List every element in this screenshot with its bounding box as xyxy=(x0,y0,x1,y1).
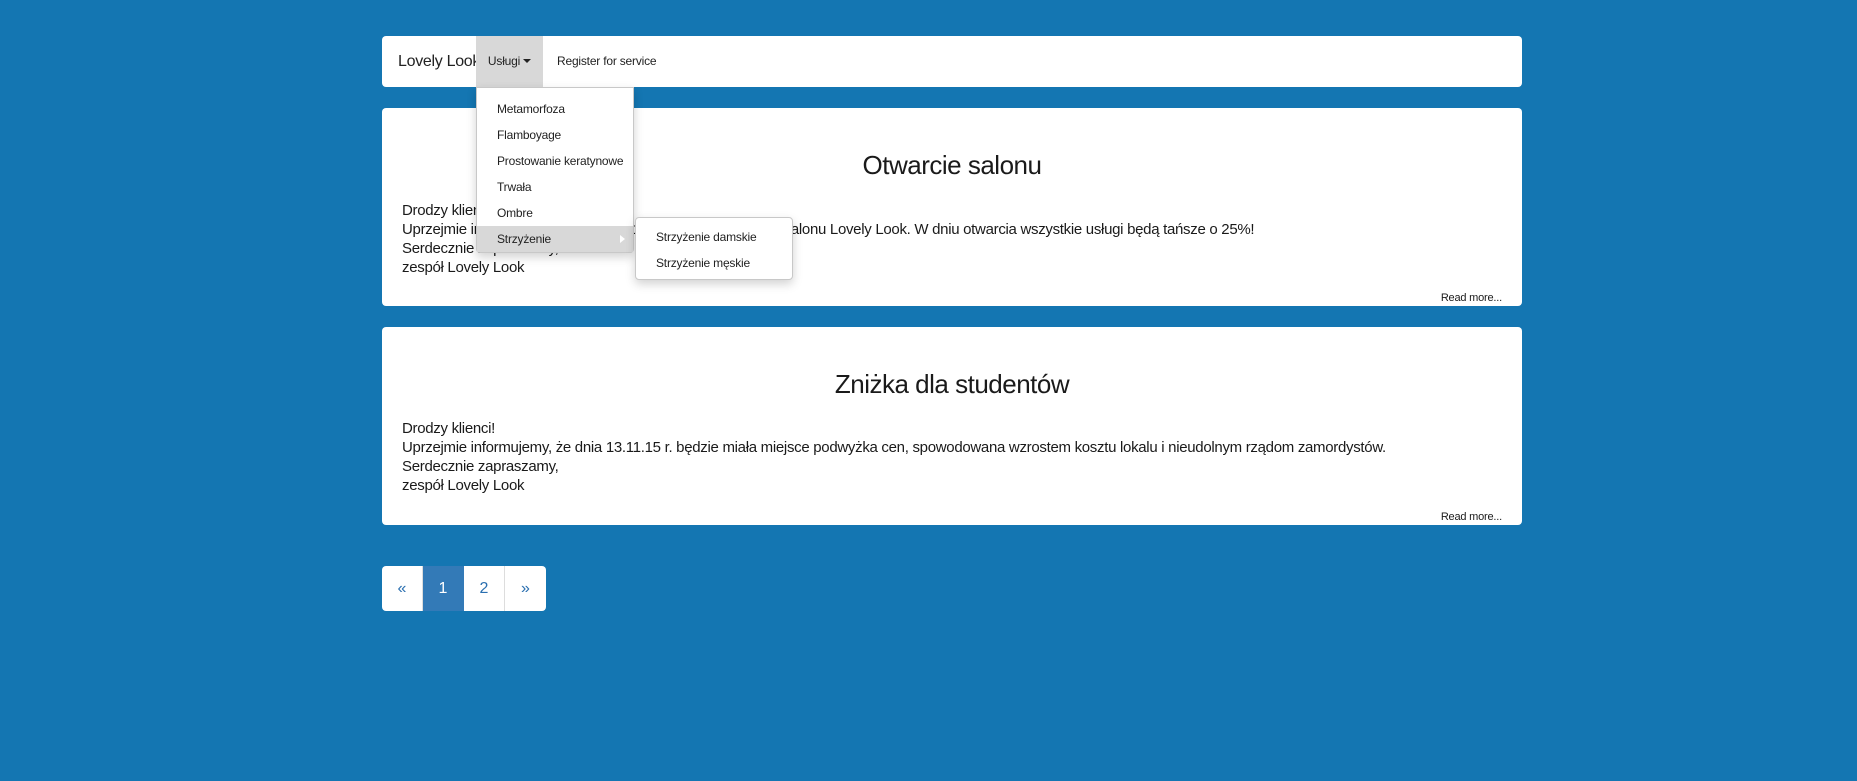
strzyzenie-submenu: Strzyżenie damskie Strzyżenie męskie xyxy=(635,217,793,280)
caret-right-icon xyxy=(620,235,625,243)
submenu-item-strzyzenie-damskie[interactable]: Strzyżenie damskie xyxy=(636,224,792,250)
dropdown-item-flamboyage[interactable]: Flamboyage xyxy=(477,122,633,148)
nav-uslugi-dropdown-toggle[interactable]: Usługi xyxy=(476,36,543,87)
caret-down-icon xyxy=(523,58,532,63)
post-line: zespół Lovely Look xyxy=(402,259,525,276)
uslugi-dropdown-menu: Metamorfoza Flamboyage Prostowanie kerat… xyxy=(476,87,634,253)
dropdown-item-strzyzenie[interactable]: Strzyżenie xyxy=(477,226,633,252)
post-line: Uprzejmie informujemy, że dnia 13.11.15 … xyxy=(402,439,1386,456)
pagination-page-2[interactable]: 2 xyxy=(464,566,505,611)
pagination-page-1[interactable]: 1 xyxy=(423,566,464,611)
pagination-next-button[interactable]: » xyxy=(505,566,546,611)
post-line: zespół Lovely Look xyxy=(402,477,525,494)
read-more-link[interactable]: Read more... xyxy=(1441,511,1502,523)
brand-logo[interactable]: Lovely Look xyxy=(398,36,480,87)
submenu-item-strzyzenie-meskie[interactable]: Strzyżenie męskie xyxy=(636,250,792,276)
pagination: « 1 2 » xyxy=(382,566,546,611)
navbar: Lovely Look Usługi Register for service xyxy=(382,36,1522,87)
post-line: Drodzy klienci! xyxy=(402,420,496,437)
post-line: Serdecznie zapraszamy, xyxy=(402,458,559,475)
pagination-prev-button[interactable]: « xyxy=(382,566,423,611)
dropdown-item-strzyzenie-label: Strzyżenie xyxy=(497,232,552,246)
read-more-link[interactable]: Read more... xyxy=(1441,292,1502,304)
post-title: Zniżka dla studentów xyxy=(834,369,1070,399)
nav-register-link[interactable]: Register for service xyxy=(557,36,657,87)
post-panel: Zniżka dla studentów Drodzy klienci! Upr… xyxy=(382,327,1522,525)
post-body: Drodzy klienci! Uprzejmie informujemy, ż… xyxy=(402,419,1386,495)
dropdown-item-metamorfoza[interactable]: Metamorfoza xyxy=(477,96,633,122)
dropdown-item-trwala[interactable]: Trwała xyxy=(477,174,633,200)
dropdown-item-ombre[interactable]: Ombre xyxy=(477,200,633,226)
dropdown-item-prostowanie-keratynowe[interactable]: Prostowanie keratynowe xyxy=(477,148,633,174)
nav-uslugi-label: Usługi xyxy=(487,54,521,68)
